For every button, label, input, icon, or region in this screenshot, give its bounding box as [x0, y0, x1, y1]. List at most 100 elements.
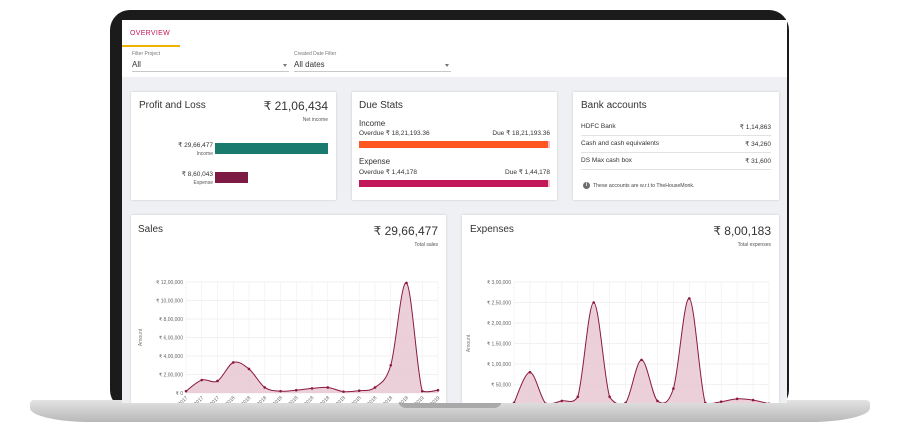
- x-tick-label: 04 2018: [267, 395, 284, 403]
- data-point: [216, 379, 219, 383]
- filter-date-select[interactable]: All dates: [294, 60, 325, 69]
- x-tick-label: 08 2018: [330, 395, 347, 403]
- x-tick-label: 11 2018: [377, 395, 394, 403]
- data-point: [608, 395, 611, 399]
- x-tick-label: 01 2018: [220, 395, 237, 403]
- top-tab-bar: OVERVIEW: [122, 20, 787, 48]
- bank-account-row[interactable]: DS Max cash box ₹ 31,600: [581, 154, 771, 170]
- y-tick-label: ₹ 12,00,000: [156, 280, 183, 286]
- x-tick-label: 03 2018: [251, 395, 268, 403]
- data-point: [231, 361, 235, 364]
- profit-loss-card: Profit and Loss ₹ 21,06,434 Net income ₹…: [131, 92, 336, 200]
- y-tick-label: ₹ 4,00,000: [159, 354, 183, 360]
- data-point: [200, 378, 204, 382]
- x-tick-label: 05 2018: [283, 395, 300, 403]
- data-point: [184, 389, 188, 393]
- filter-date-underline: [294, 71, 451, 72]
- due-income-due: Due ₹ 18,21,193.36: [492, 130, 550, 137]
- y-tick-label: ₹ 6,00,000: [159, 336, 183, 342]
- bank-accounts-title: Bank accounts: [581, 100, 647, 111]
- income-bar[interactable]: [215, 143, 328, 154]
- bank-account-row[interactable]: HDFC Bank ₹ 1,14,863: [581, 120, 771, 136]
- income-label: Income: [196, 151, 213, 157]
- bank-accounts-note: These accounts are w.r.t to TheHouseMonk…: [593, 183, 695, 189]
- data-point: [640, 358, 643, 362]
- filter-project-underline: [132, 71, 289, 72]
- income-amount: ₹ 29,66,477: [178, 142, 213, 149]
- net-income-amount: ₹ 21,06,434: [263, 99, 328, 113]
- data-point: [735, 397, 739, 401]
- chevron-down-icon[interactable]: [283, 64, 287, 67]
- sales-chart[interactable]: ₹ 0 ₹ 2,00,000 ₹ 4,00,000 ₹ 6,00,000 ₹ 8,00,…: [131, 215, 446, 403]
- data-point: [560, 399, 564, 403]
- y-tick-label: ₹ 0: [176, 391, 184, 397]
- x-tick-label: 10 2018: [361, 395, 378, 403]
- due-expense-overdue: Overdue ₹ 1,44,178: [359, 169, 417, 176]
- y-tick-label: ₹ 2,00,000: [487, 321, 511, 327]
- data-point: [719, 400, 723, 403]
- data-point: [592, 301, 595, 304]
- x-tick-label: 07 2018: [314, 395, 331, 403]
- y-tick-label: ₹ 10,00,000: [156, 299, 183, 305]
- due-expense-label: Expense: [359, 157, 391, 166]
- due-expense-track: [359, 180, 550, 187]
- due-income-label: Income: [359, 119, 386, 128]
- data-point: [294, 388, 298, 392]
- due-income-track: [359, 141, 550, 148]
- y-axis-label: Amount: [466, 334, 472, 352]
- filter-project-label: Filter Project: [132, 51, 161, 57]
- x-tick-label: 09 2018: [346, 395, 363, 403]
- data-point: [326, 386, 330, 389]
- x-tick-label: 11 2017: [188, 395, 205, 403]
- x-tick-label: 02 2019: [424, 395, 441, 403]
- data-point: [528, 370, 532, 374]
- filter-bar: Filter Project All Created Date Filter A…: [122, 47, 787, 77]
- sales-card: Sales ₹ 29,66,477 Total sales ₹ 0 ₹ 2,00,…: [131, 215, 446, 403]
- y-tick-label: ₹ 2,50,000: [487, 301, 511, 307]
- expense-bar[interactable]: [215, 172, 248, 183]
- tab-overview[interactable]: OVERVIEW: [130, 30, 170, 37]
- data-point: [373, 386, 377, 389]
- bank-account-name: DS Max cash box: [581, 157, 632, 164]
- data-point: [672, 387, 675, 390]
- expenses-chart[interactable]: ₹ 0₹ 50,000₹ 1,00,000₹ 1,50,000₹ 2,00,00…: [462, 215, 779, 403]
- filter-project-select[interactable]: All: [132, 60, 141, 69]
- profit-loss-title: Profit and Loss: [139, 100, 206, 111]
- bank-account-amount: ₹ 1,14,863: [739, 124, 771, 131]
- bank-account-row[interactable]: Cash and cash equivalents ₹ 34,260: [581, 137, 771, 153]
- data-point: [688, 297, 691, 300]
- data-point: [357, 389, 361, 392]
- x-tick-label: 12 2018: [393, 395, 410, 403]
- y-tick-label: ₹ 8,00,000: [159, 317, 183, 323]
- data-point: [576, 395, 580, 399]
- bank-account-name: Cash and cash equivalents: [581, 140, 660, 147]
- x-tick-label: 02 2018: [235, 395, 252, 403]
- due-expense-bar[interactable]: [359, 180, 549, 187]
- data-point: [279, 389, 282, 393]
- data-point: [263, 386, 267, 389]
- data-point: [420, 389, 424, 393]
- due-income-bar[interactable]: [359, 141, 549, 148]
- data-point: [656, 399, 659, 403]
- y-tick-label: ₹ 3,00,000: [487, 280, 511, 286]
- y-tick-label: ₹ 50,000: [491, 383, 511, 389]
- data-point: [247, 367, 251, 371]
- data-point: [389, 363, 393, 367]
- x-tick-label: 01 2019: [409, 395, 426, 403]
- due-stats-card: Due Stats Income Overdue ₹ 18,21,193.36 …: [352, 92, 557, 200]
- expense-label: Expense: [193, 180, 213, 186]
- bank-account-name: HDFC Bank: [581, 123, 616, 130]
- app-screen: OVERVIEW Filter Project All Created Date…: [122, 20, 787, 403]
- y-tick-label: ₹ 2,00,000: [159, 373, 183, 379]
- bank-account-amount: ₹ 34,260: [745, 141, 771, 148]
- bank-account-amount: ₹ 31,600: [745, 158, 771, 165]
- chevron-down-icon[interactable]: [445, 64, 449, 67]
- expenses-card: Expenses ₹ 8,00,183 Total expenses ₹ 0₹ …: [462, 215, 779, 403]
- data-point: [310, 387, 314, 390]
- data-point: [405, 281, 408, 285]
- y-tick-label: ₹ 1,00,000: [487, 362, 511, 368]
- x-tick-label: 06 2018: [298, 395, 315, 403]
- info-icon: i: [583, 182, 590, 189]
- data-point: [436, 388, 440, 392]
- data-point: [342, 390, 345, 393]
